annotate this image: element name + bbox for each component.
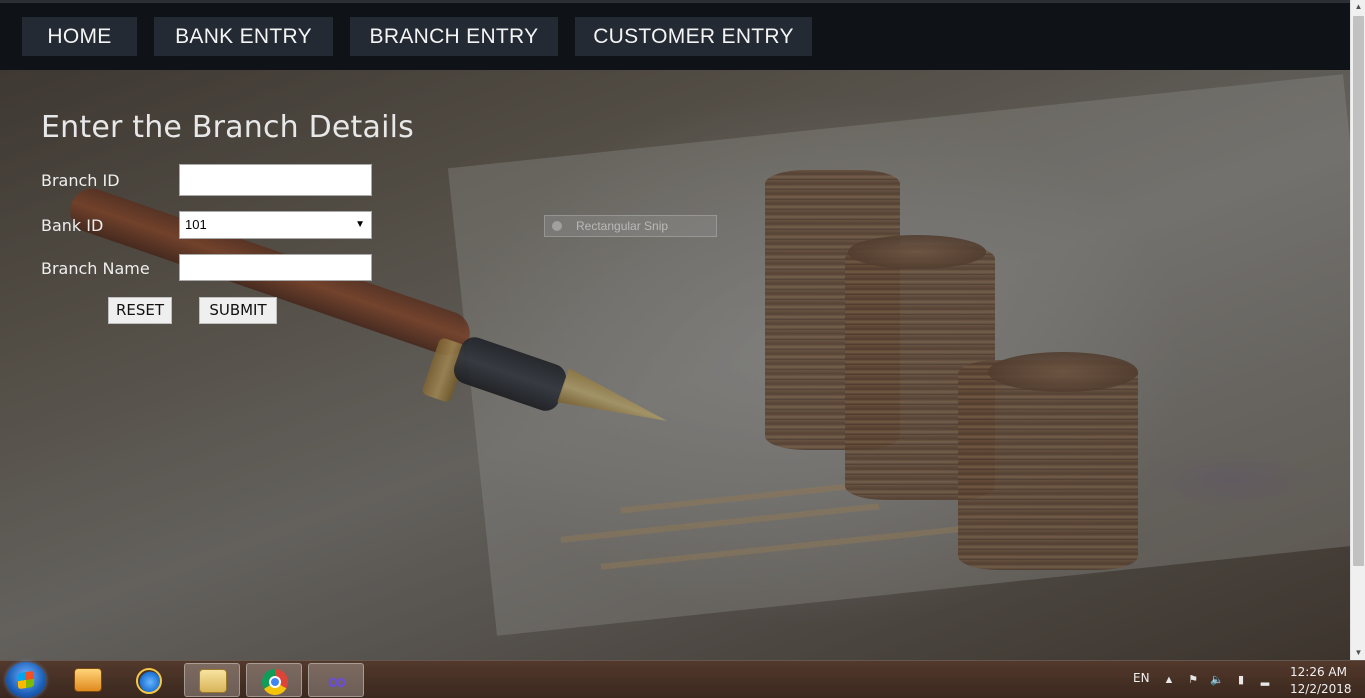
top-navbar: HOME BANK ENTRY BRANCH ENTRY CUSTOMER EN… <box>0 0 1350 70</box>
form-title: Enter the Branch Details <box>41 110 414 145</box>
taskbar-app-chrome[interactable] <box>246 663 302 697</box>
power-icon[interactable]: ▮ <box>1234 673 1248 687</box>
taskbar-app-infinity[interactable]: ∞ <box>308 663 364 697</box>
windows-logo-icon <box>18 670 34 690</box>
nav-bank-entry[interactable]: BANK ENTRY <box>154 17 333 56</box>
volume-muted-icon[interactable]: 🔈 <box>1210 673 1224 687</box>
language-indicator[interactable]: EN <box>1133 671 1150 685</box>
internet-explorer-icon <box>136 668 162 694</box>
scroll-down-arrow-icon[interactable]: ▼ <box>1351 646 1365 660</box>
nav-home[interactable]: HOME <box>22 17 137 56</box>
media-player-icon <box>74 668 102 692</box>
chrome-center-icon <box>269 676 281 688</box>
rectangular-snip-overlay: Rectangular Snip <box>544 215 717 237</box>
network-signal-icon[interactable]: ▂ <box>1258 673 1272 687</box>
nav-branch-entry[interactable]: BRANCH ENTRY <box>350 17 558 56</box>
show-hidden-icons-icon[interactable]: ▲ <box>1162 673 1176 687</box>
branch-id-input[interactable] <box>179 164 372 196</box>
chrome-icon <box>262 669 288 695</box>
clock-date[interactable]: 12/2/2018 <box>1290 682 1352 696</box>
branch-name-label: Branch Name <box>41 259 150 278</box>
windows-taskbar: ∞ EN ▲ ⚑ 🔈 ▮ ▂ 12:26 AM 12/2/2018 <box>0 660 1365 698</box>
chevron-down-icon: ▼ <box>355 219 365 230</box>
branch-id-label: Branch ID <box>41 171 120 190</box>
branch-name-input[interactable] <box>179 254 372 281</box>
bank-id-label: Bank ID <box>41 216 104 235</box>
scroll-thumb[interactable] <box>1353 16 1364 566</box>
action-center-flag-icon[interactable]: ⚑ <box>1186 673 1200 687</box>
browser-viewport: HOME BANK ENTRY BRANCH ENTRY CUSTOMER EN… <box>0 0 1365 660</box>
start-button[interactable] <box>6 662 46 698</box>
nav-customer-entry[interactable]: CUSTOMER ENTRY <box>575 17 812 56</box>
taskbar-app-media-player[interactable] <box>60 663 116 697</box>
taskbar-app-internet-explorer[interactable] <box>122 663 178 697</box>
taskbar-app-file-explorer[interactable] <box>184 663 240 697</box>
infinity-app-icon: ∞ <box>327 666 347 696</box>
clock-time[interactable]: 12:26 AM <box>1290 665 1347 679</box>
reset-button[interactable]: RESET <box>108 297 172 324</box>
vertical-scrollbar[interactable]: ▲ ▼ <box>1350 0 1365 660</box>
bank-id-select[interactable]: 101 ▼ <box>179 211 372 239</box>
submit-button[interactable]: SUBMIT <box>199 297 277 324</box>
background-dim-overlay <box>0 0 1350 660</box>
snip-icon <box>552 221 562 231</box>
file-explorer-icon <box>199 669 227 693</box>
bank-id-selected-value: 101 <box>185 217 207 232</box>
scroll-up-arrow-icon[interactable]: ▲ <box>1351 0 1365 14</box>
snip-label: Rectangular Snip <box>576 219 669 233</box>
